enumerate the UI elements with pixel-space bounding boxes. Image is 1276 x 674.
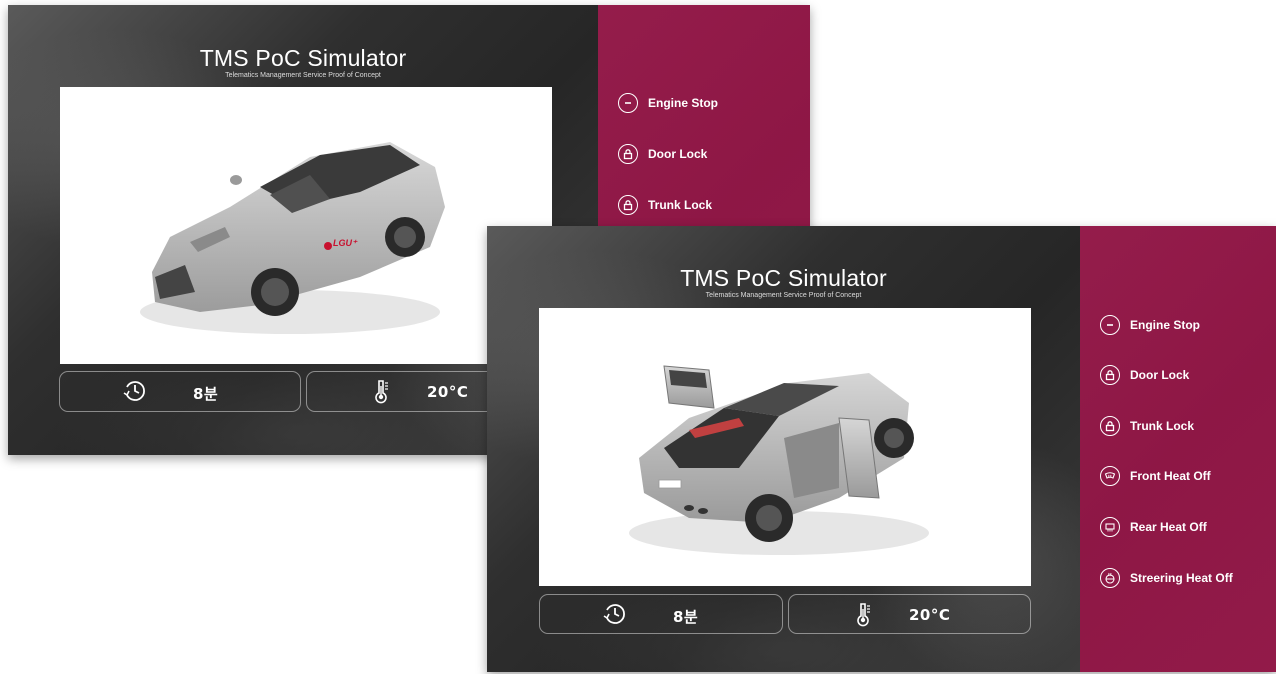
app-title: TMS PoC Simulator [199, 45, 407, 71]
door-lock-label: Door Lock [648, 147, 708, 161]
rear-heat-off-button[interactable]: Rear Heat Off [1100, 514, 1207, 540]
trunk-lock-button[interactable]: Trunk Lock [618, 192, 712, 218]
rear-defrost-icon [1100, 517, 1120, 537]
temperature-box: 20°C [788, 594, 1031, 634]
engine-stop-label: Engine Stop [648, 96, 718, 110]
lock-icon [1100, 416, 1120, 436]
simulator-screen-open-doors: TMS PoC Simulator Telematics Management … [487, 226, 1276, 672]
app-title: TMS PoC Simulator [680, 265, 887, 291]
front-heat-off-button[interactable]: Front Heat Off [1100, 463, 1211, 489]
remaining-time-value: 8분 [673, 608, 699, 626]
car-image-open-doors [629, 365, 929, 555]
car-view-panel: LGU⁺ [60, 87, 552, 364]
lock-icon [618, 144, 638, 164]
engine-stop-button[interactable]: Engine Stop [618, 90, 718, 116]
app-subtitle: Telematics Management Service Proof of C… [705, 292, 862, 299]
title-block: TMS PoC Simulator Telematics Management … [8, 46, 598, 80]
door-lock-button[interactable]: Door Lock [618, 141, 707, 167]
remaining-time-box: 8분 [59, 371, 301, 412]
steering-heat-off-button[interactable]: Streering Heat Off [1100, 565, 1233, 591]
lock-icon [1100, 365, 1120, 385]
thermometer-icon [375, 380, 388, 404]
engine-stop-icon [1100, 315, 1120, 335]
steering-heat-off-label: Streering Heat Off [1130, 571, 1233, 585]
car-view-panel [539, 308, 1031, 586]
app-subtitle: Telematics Management Service Proof of C… [225, 72, 381, 79]
car-brand-logo: LGU⁺ [333, 238, 357, 248]
front-heat-off-label: Front Heat Off [1130, 469, 1211, 483]
temperature-value: 20°C [909, 606, 951, 624]
remaining-time-box: 8분 [539, 594, 783, 634]
rear-heat-off-label: Rear Heat Off [1130, 520, 1207, 534]
door-lock-label: Door Lock [1130, 368, 1190, 382]
car-image-closed [140, 142, 445, 334]
remaining-time-value: 8분 [193, 385, 219, 403]
timer-icon [603, 604, 625, 624]
engine-stop-icon [618, 93, 638, 113]
lock-icon [618, 195, 638, 215]
control-sidebar: Engine Stop Door Lock Trunk Lock Front H… [1080, 226, 1276, 672]
engine-stop-button[interactable]: Engine Stop [1100, 312, 1200, 338]
timer-icon [123, 381, 145, 401]
main-area: TMS PoC Simulator Telematics Management … [487, 226, 1080, 672]
door-lock-button[interactable]: Door Lock [1100, 362, 1189, 388]
engine-stop-label: Engine Stop [1130, 318, 1200, 332]
front-defrost-icon [1100, 466, 1120, 486]
thermometer-icon [857, 603, 870, 627]
trunk-lock-label: Trunk Lock [1130, 419, 1195, 433]
trunk-lock-label: Trunk Lock [648, 198, 713, 212]
steering-heat-icon [1100, 568, 1120, 588]
title-block: TMS PoC Simulator Telematics Management … [487, 266, 1080, 300]
trunk-lock-button[interactable]: Trunk Lock [1100, 413, 1194, 439]
temperature-value: 20°C [427, 383, 469, 401]
